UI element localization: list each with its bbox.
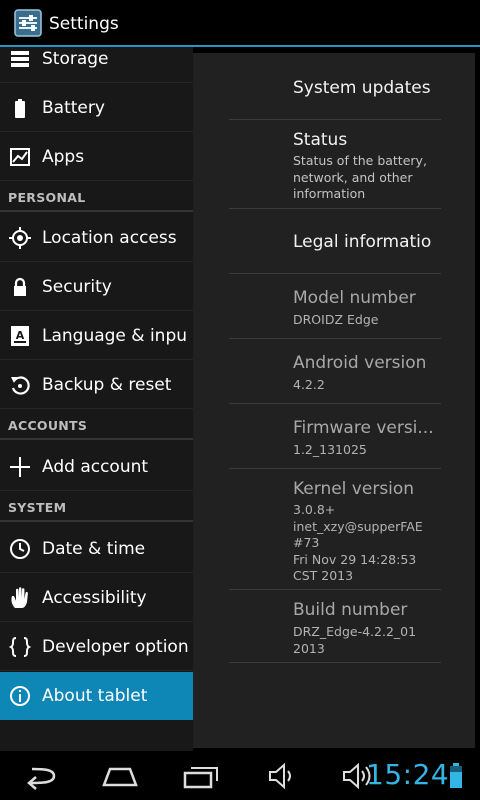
pref-kernel-version: Kernel version 3.0.8+ inet_xzy@supperFAE… bbox=[229, 469, 441, 590]
sidebar-item-label: About tablet bbox=[42, 686, 148, 706]
pref-summary: Status of the battery, network, and othe… bbox=[293, 153, 427, 201]
pref-status[interactable]: Status Status of the battery, network, a… bbox=[229, 120, 441, 209]
pref-legal-information[interactable]: Legal informatio bbox=[229, 209, 441, 274]
clock-icon bbox=[10, 539, 30, 559]
sidebar-item-label: Date & time bbox=[42, 539, 146, 559]
info-icon bbox=[10, 686, 30, 706]
pref-title: Firmware versi... bbox=[293, 418, 434, 438]
pref-build-number[interactable]: Build number DRZ_Edge-4.2.2_01 2013 bbox=[229, 590, 441, 663]
pref-title: Model number bbox=[293, 288, 416, 308]
pref-title: Android version bbox=[293, 353, 427, 373]
add-icon bbox=[10, 457, 30, 477]
settings-sidebar[interactable]: Storage Battery Apps PERSONAL Location a… bbox=[0, 47, 193, 751]
pref-summary: 1.2_131025 bbox=[293, 442, 367, 457]
sidebar-item-developer-options[interactable]: Developer option bbox=[0, 623, 193, 671]
svg-text:A: A bbox=[16, 329, 25, 342]
sidebar-item-label: Storage bbox=[42, 49, 109, 69]
sidebar-item-storage[interactable]: Storage bbox=[0, 47, 193, 83]
sidebar-item-label: Developer option bbox=[42, 637, 189, 657]
sidebar-item-apps[interactable]: Apps bbox=[0, 133, 193, 181]
about-tablet-panel: System updates Status Status of the batt… bbox=[193, 53, 475, 748]
section-header-system: SYSTEM bbox=[0, 492, 193, 522]
developer-icon bbox=[8, 637, 32, 657]
location-icon bbox=[9, 227, 31, 249]
page-title: Settings bbox=[49, 14, 119, 34]
sidebar-item-battery[interactable]: Battery bbox=[0, 84, 193, 132]
sidebar-item-accessibility[interactable]: Accessibility bbox=[0, 574, 193, 622]
sidebar-item-label: Language & inpu bbox=[42, 326, 188, 346]
pref-summary: DROIDZ Edge bbox=[293, 312, 379, 327]
pref-summary: DRZ_Edge-4.2.2_01 2013 bbox=[293, 624, 417, 656]
sidebar-item-label: Location access bbox=[42, 228, 177, 248]
sidebar-item-label: Security bbox=[42, 277, 112, 297]
sidebar-item-date-time[interactable]: Date & time bbox=[0, 525, 193, 573]
pref-title: Kernel version bbox=[293, 479, 415, 499]
pref-title: Status bbox=[293, 130, 348, 150]
back-icon[interactable] bbox=[20, 761, 60, 791]
battery-icon bbox=[15, 99, 25, 118]
lock-icon bbox=[14, 277, 26, 296]
pref-title: Build number bbox=[293, 600, 408, 620]
home-icon[interactable] bbox=[100, 761, 140, 791]
storage-icon bbox=[11, 51, 29, 67]
accessibility-icon bbox=[11, 587, 28, 608]
pref-title: Legal informatio bbox=[293, 232, 432, 252]
sidebar-item-label: Backup & reset bbox=[42, 375, 172, 395]
sidebar-item-about-tablet[interactable]: About tablet bbox=[0, 672, 193, 720]
pref-summary: 3.0.8+ inet_xzy@supperFAE #73 Fri Nov 29… bbox=[293, 502, 423, 583]
section-header-personal: PERSONAL bbox=[0, 182, 193, 212]
pref-model-number: Model number DROIDZ Edge bbox=[229, 274, 441, 339]
sidebar-item-label: Accessibility bbox=[42, 588, 147, 608]
recent-apps-icon[interactable] bbox=[181, 761, 221, 791]
apps-icon bbox=[10, 148, 30, 166]
sidebar-item-location-access[interactable]: Location access bbox=[0, 214, 193, 262]
pref-summary: 4.2.2 bbox=[293, 377, 325, 392]
pref-firmware-version: Firmware versi... 1.2_131025 bbox=[229, 404, 441, 469]
section-header-accounts: ACCOUNTS bbox=[0, 410, 193, 440]
pref-android-version[interactable]: Android version 4.2.2 bbox=[229, 339, 441, 404]
sidebar-item-backup-reset[interactable]: Backup & reset bbox=[0, 361, 193, 409]
language-icon: A bbox=[11, 326, 29, 346]
pref-title: System updates bbox=[293, 78, 431, 98]
sidebar-item-label: Battery bbox=[42, 98, 105, 118]
status-clock: 15:24 bbox=[366, 758, 450, 791]
battery-status-icon bbox=[450, 763, 462, 788]
sidebar-item-add-account[interactable]: Add account bbox=[0, 443, 193, 491]
settings-icon[interactable] bbox=[14, 9, 42, 37]
sidebar-item-language-input[interactable]: A Language & inpu bbox=[0, 312, 193, 360]
sidebar-item-security[interactable]: Security bbox=[0, 263, 193, 311]
sidebar-item-label: Apps bbox=[42, 147, 85, 167]
volume-down-icon[interactable] bbox=[262, 761, 302, 791]
backup-icon bbox=[11, 376, 30, 395]
sidebar-item-label: Add account bbox=[42, 457, 149, 477]
pref-system-updates[interactable]: System updates bbox=[229, 53, 441, 120]
action-bar: Settings bbox=[0, 0, 480, 47]
